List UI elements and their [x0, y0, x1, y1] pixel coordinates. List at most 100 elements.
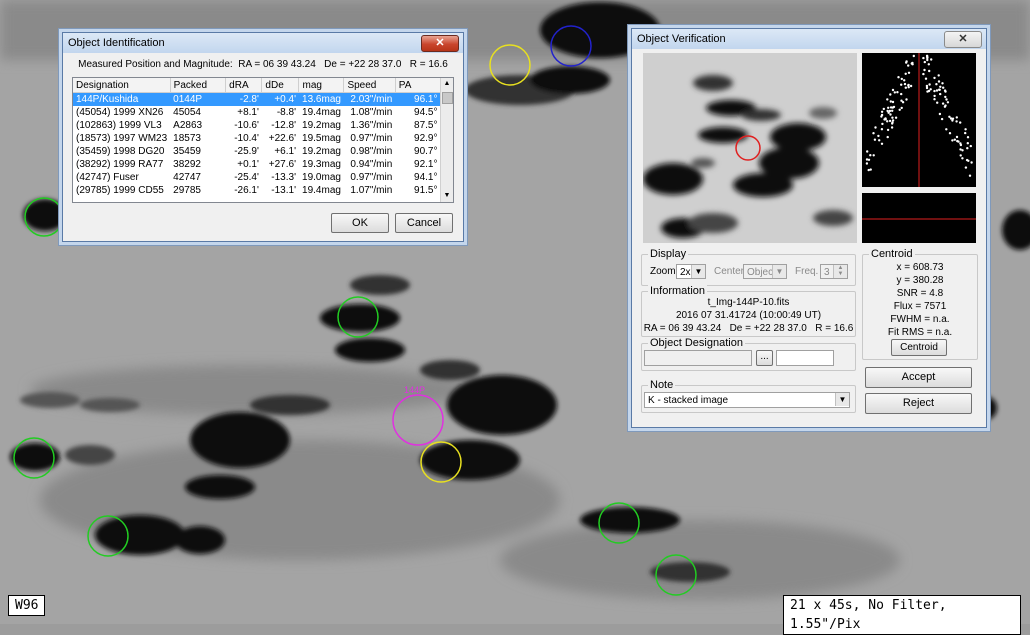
scroll-down-icon[interactable]: ▼ — [441, 190, 453, 202]
profile-point — [880, 110, 884, 113]
table-row[interactable]: (102863) 1999 VL3 A2863 -10.6' -12.8' 19.2ma… — [73, 119, 441, 132]
chevron-down-icon[interactable]: ▼ — [835, 393, 849, 406]
table-cell: +27.6' — [268, 159, 296, 170]
table-cell: 1.07"/min — [350, 185, 393, 196]
column-header[interactable]: Speed — [343, 78, 396, 93]
table-row[interactable]: (35459) 1998 DG20 35459 -25.9' +6.1' 19.2mag… — [73, 145, 441, 158]
spinner-icon[interactable]: ▲ ▼ — [833, 265, 847, 278]
note-select[interactable]: K - stacked image ▼ — [644, 392, 850, 408]
table-cell: -8.8' — [276, 107, 296, 118]
profile-point — [891, 116, 894, 119]
column-header[interactable]: Packed — [170, 78, 227, 93]
profile-point — [945, 98, 948, 101]
table-cell: 91.5° — [414, 185, 438, 196]
zoom-select[interactable]: 2x ▼ — [676, 264, 706, 279]
table-cell: (18573) 1997 WM23 — [76, 133, 168, 144]
profile-point — [869, 168, 872, 171]
scroll-up-icon[interactable]: ▲ — [441, 78, 453, 90]
designation-code-input[interactable] — [776, 350, 834, 366]
table-row[interactable]: (45054) 1999 XN26 45054 +8.1' -8.8' 19.4mag 1… — [73, 106, 441, 119]
profile-point — [877, 134, 880, 138]
table-row[interactable]: (38292) 1999 RA77 38292 +0.1' +27.6' 19.3mag… — [73, 158, 441, 171]
table-header-row: Designation Packed dRA dDe mag Speed PA — [73, 78, 442, 93]
table-cell: 94.1° — [414, 172, 438, 183]
table-cell: 87.5° — [414, 120, 438, 131]
center-select[interactable]: Object ▼ — [743, 264, 787, 279]
information-group: Information t_Img-144P-10.fits 2016 07 3… — [641, 285, 856, 337]
table-row[interactable]: 144P/Kushida 0144P -2.8' +0.4' 13.6mag 2.03"/… — [73, 92, 441, 106]
freq-stepper[interactable]: 3 ▲ ▼ — [820, 264, 848, 279]
column-header[interactable]: PA — [395, 78, 442, 93]
profile-point — [865, 162, 869, 165]
profile-point — [889, 100, 892, 103]
freq-value: 3 — [824, 267, 830, 278]
window-title: Object Identification — [68, 37, 165, 49]
close-button[interactable]: ✕ — [421, 35, 459, 52]
profile-point — [900, 92, 903, 96]
profile-point — [961, 149, 964, 152]
profile-point — [933, 94, 936, 98]
column-header[interactable]: dDe — [261, 78, 300, 93]
cancel-button[interactable]: Cancel — [395, 213, 453, 233]
profile-point — [890, 126, 894, 129]
object-verification-titlebar[interactable]: Object Verification ✕ — [632, 29, 986, 49]
image-preview[interactable] — [643, 53, 857, 243]
table-cell: -10.4' — [234, 133, 259, 144]
profile-point — [930, 58, 933, 61]
profile-point — [946, 101, 950, 104]
column-header[interactable]: Designation — [73, 78, 171, 93]
browse-button[interactable]: ... — [756, 350, 773, 366]
table-body: 144P/Kushida 0144P -2.8' +0.4' 13.6mag 2.03"/… — [73, 92, 441, 198]
profile-point — [891, 109, 894, 112]
candidates-table-container: Designation Packed dRA dDe mag Speed PA 144P/K… — [72, 77, 454, 203]
note-group: Note K - stacked image ▼ — [641, 379, 856, 413]
chevron-down-icon[interactable]: ▼ — [691, 265, 705, 278]
table-row[interactable]: (18573) 1997 WM23 18573 -10.4' +22.6' 19.5ma… — [73, 132, 441, 145]
profile-point — [939, 85, 942, 88]
accept-button[interactable]: Accept — [865, 367, 972, 388]
candidates-table: Designation Packed dRA dDe mag Speed PA 144P/K… — [73, 78, 442, 198]
info-coords: RA = 06 39 43.24 De = +22 28 37.0 R = 16… — [643, 323, 854, 334]
table-cell: 0.94"/min — [350, 159, 393, 170]
close-button[interactable]: ✕ — [944, 31, 982, 48]
designation-caption: Object Designation — [648, 337, 745, 349]
table-row[interactable]: (29785) 1999 CD55 29785 -26.1' -13.1' 19.4ma… — [73, 184, 441, 197]
profile-point — [928, 69, 931, 73]
table-scrollbar[interactable]: ▲ ▼ — [440, 78, 453, 202]
profile-point — [938, 112, 942, 116]
info-file: t_Img-144P-10.fits — [707, 297, 790, 308]
profile-point — [886, 98, 889, 101]
ok-button[interactable]: OK — [331, 213, 389, 233]
profile-point — [970, 161, 973, 164]
scroll-thumb[interactable] — [442, 92, 453, 104]
table-cell: -25.9' — [234, 146, 259, 157]
profile-point — [959, 142, 962, 145]
profile-point — [941, 102, 945, 105]
table-cell: (35459) 1998 DG20 — [76, 146, 165, 157]
table-cell: 38292 — [173, 159, 201, 170]
profile-point — [966, 136, 970, 139]
centroid-button[interactable]: Centroid — [891, 339, 947, 356]
centroid-fitrms: Fit RMS = n.a. — [887, 327, 953, 338]
column-header[interactable]: mag — [298, 78, 345, 93]
centroid-fwhm: FWHM = n.a. — [890, 314, 950, 325]
table-cell: A2863 — [173, 120, 203, 131]
reject-button[interactable]: Reject — [865, 393, 972, 414]
profile-point — [957, 140, 960, 143]
profile-point — [923, 60, 926, 64]
table-cell: 2.03"/min — [343, 92, 396, 106]
profile-point — [889, 113, 892, 116]
profile-point — [867, 158, 871, 161]
table-row[interactable]: (42747) Fuser 42747 -25.4' -13.3' 19.0mag 0.9… — [73, 171, 441, 184]
designation-input[interactable] — [644, 350, 752, 366]
object-identification-titlebar[interactable]: Object Identification ✕ — [63, 33, 463, 53]
column-header[interactable]: dRA — [225, 78, 263, 93]
display-caption: Display — [648, 248, 689, 260]
table-cell: 19.2mag — [302, 146, 341, 157]
chevron-down-icon[interactable]: ▼ — [772, 265, 786, 278]
table-cell: (29785) 1999 CD55 — [76, 185, 164, 196]
table-cell: -10.6' — [234, 120, 259, 131]
profile-point — [873, 138, 877, 141]
profile-point — [907, 71, 911, 74]
object-designation-group: Object Designation ... — [641, 337, 856, 371]
